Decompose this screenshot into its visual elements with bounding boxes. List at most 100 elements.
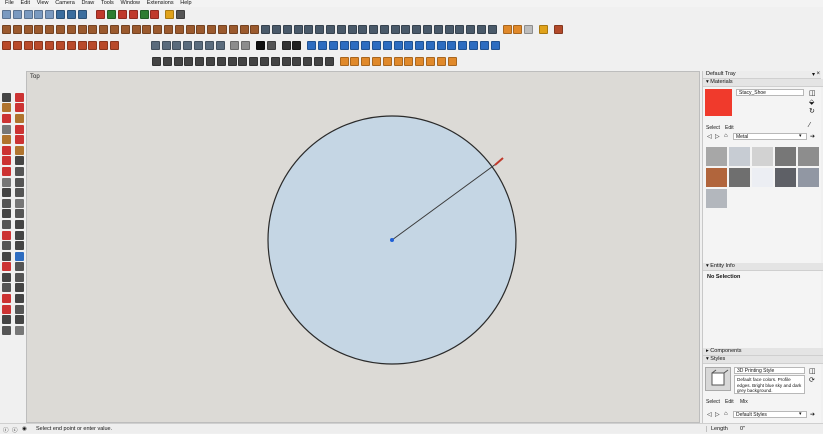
follow-me-icon[interactable] [55, 41, 65, 50]
section-icon[interactable] [55, 10, 65, 19]
tool-icon[interactable] [2, 304, 11, 314]
tool-icon[interactable] [2, 156, 11, 166]
tab-materials-select[interactable]: Select [706, 125, 720, 131]
play-icon[interactable] [255, 41, 265, 50]
camera-tool-icon[interactable] [249, 57, 259, 66]
draw-tool-icon[interactable] [196, 25, 206, 34]
modify-tool-icon[interactable] [293, 25, 303, 34]
tab-styles-select[interactable]: Select [706, 399, 720, 405]
draw-tool-icon[interactable] [174, 25, 184, 34]
tool-icon[interactable] [2, 124, 11, 134]
section-plane-icon[interactable] [371, 57, 381, 66]
axes-icon[interactable] [490, 41, 500, 50]
tab-styles-mix[interactable]: Mix [740, 399, 748, 405]
details-arrow-icon[interactable]: ➔ [810, 133, 815, 140]
tab-materials-edit[interactable]: Edit [725, 125, 734, 131]
draw-tool-icon[interactable] [163, 25, 173, 34]
axes-icon[interactable] [458, 41, 468, 50]
stop-icon[interactable] [266, 41, 276, 50]
modify-tool-icon[interactable] [369, 25, 379, 34]
camera-tool-icon[interactable] [184, 57, 194, 66]
modify-tool-icon[interactable] [433, 25, 443, 34]
extension-icon[interactable] [553, 25, 563, 34]
styles-header[interactable]: ▾ Styles [703, 356, 823, 364]
axes-icon[interactable] [393, 41, 403, 50]
draw-tool-icon[interactable] [99, 25, 109, 34]
modify-tool-icon[interactable] [347, 25, 357, 34]
back-icon[interactable]: ◁ [707, 133, 712, 140]
help-icon[interactable]: ◉ [22, 426, 27, 432]
menu-view[interactable]: View [37, 0, 49, 7]
stop-icon[interactable] [524, 25, 534, 34]
tool-icon[interactable] [14, 304, 24, 314]
chevron-down-icon[interactable]: ▾ [799, 133, 802, 139]
home-icon[interactable]: ⌂ [724, 133, 728, 139]
menu-tools[interactable]: Tools [101, 0, 114, 7]
tool-icon[interactable] [14, 92, 24, 102]
material-swatch[interactable] [798, 147, 819, 166]
axes-icon[interactable] [382, 41, 392, 50]
axes-icon[interactable] [350, 41, 360, 50]
draw-tool-icon[interactable] [120, 25, 130, 34]
face-style-icon[interactable] [172, 41, 182, 50]
follow-me-icon[interactable] [12, 41, 22, 50]
solid-tools-icon[interactable] [128, 10, 138, 19]
draw-tool-icon[interactable] [45, 25, 55, 34]
styles-home-icon[interactable]: ⌂ [724, 411, 728, 417]
tool-icon[interactable] [2, 103, 11, 113]
face-style-icon[interactable] [150, 41, 160, 50]
tool-icon[interactable] [2, 325, 11, 335]
tool-icon[interactable] [14, 241, 24, 251]
draw-tool-icon[interactable] [250, 25, 260, 34]
fog-icon[interactable] [241, 41, 251, 50]
axes-icon[interactable] [307, 41, 317, 50]
draw-tool-icon[interactable] [142, 25, 152, 34]
views-icon[interactable] [34, 10, 44, 19]
draw-tool-icon[interactable] [34, 25, 44, 34]
section-icon[interactable] [66, 10, 76, 19]
section-icon[interactable] [77, 10, 87, 19]
modify-tool-icon[interactable] [444, 25, 454, 34]
material-swatch[interactable] [706, 168, 727, 187]
axes-icon[interactable] [361, 41, 371, 50]
draw-tool-icon[interactable] [77, 25, 87, 34]
camera-tool-icon[interactable] [292, 57, 302, 66]
camera-tool-icon[interactable] [195, 57, 205, 66]
material-swatch[interactable] [775, 168, 796, 187]
tool-icon[interactable] [2, 166, 11, 176]
tool-icon[interactable] [2, 198, 11, 208]
style-thumbnail[interactable] [705, 367, 731, 391]
modify-tool-icon[interactable] [412, 25, 422, 34]
follow-me-icon[interactable] [77, 41, 87, 50]
tool-icon[interactable] [2, 188, 11, 198]
camera-tool-icon[interactable] [270, 57, 280, 66]
modify-tool-icon[interactable] [315, 25, 325, 34]
tool-icon[interactable] [14, 198, 24, 208]
camera-tool-icon[interactable] [313, 57, 323, 66]
tool-icon[interactable] [14, 294, 24, 304]
views-icon[interactable] [2, 10, 11, 19]
axes-icon[interactable] [328, 41, 338, 50]
tool-icon[interactable] [2, 315, 11, 325]
menu-file[interactable]: File [5, 0, 14, 7]
style-description[interactable]: Default face colors. Profile edges. Brig… [734, 375, 805, 394]
tool-icon[interactable] [14, 166, 24, 176]
tool-icon[interactable] [14, 272, 24, 282]
tool-icon[interactable] [14, 135, 24, 145]
tool-icon[interactable] [2, 177, 11, 187]
section-plane-icon[interactable] [404, 57, 414, 66]
solid-tools-icon[interactable] [96, 10, 106, 19]
camera-tool-icon[interactable] [238, 57, 248, 66]
tool-icon[interactable] [14, 230, 24, 240]
camera-tool-icon[interactable] [303, 57, 313, 66]
face-style-icon[interactable] [193, 41, 203, 50]
axes-icon[interactable] [447, 41, 457, 50]
tool-icon[interactable] [14, 103, 24, 113]
section-plane-icon[interactable] [361, 57, 371, 66]
material-swatch[interactable] [706, 147, 727, 166]
components-header[interactable]: ▸ Components [703, 348, 823, 356]
section-plane-icon[interactable] [350, 57, 360, 66]
tool-icon[interactable] [14, 315, 24, 325]
views-icon[interactable] [45, 10, 55, 19]
tool-icon[interactable] [14, 113, 24, 123]
